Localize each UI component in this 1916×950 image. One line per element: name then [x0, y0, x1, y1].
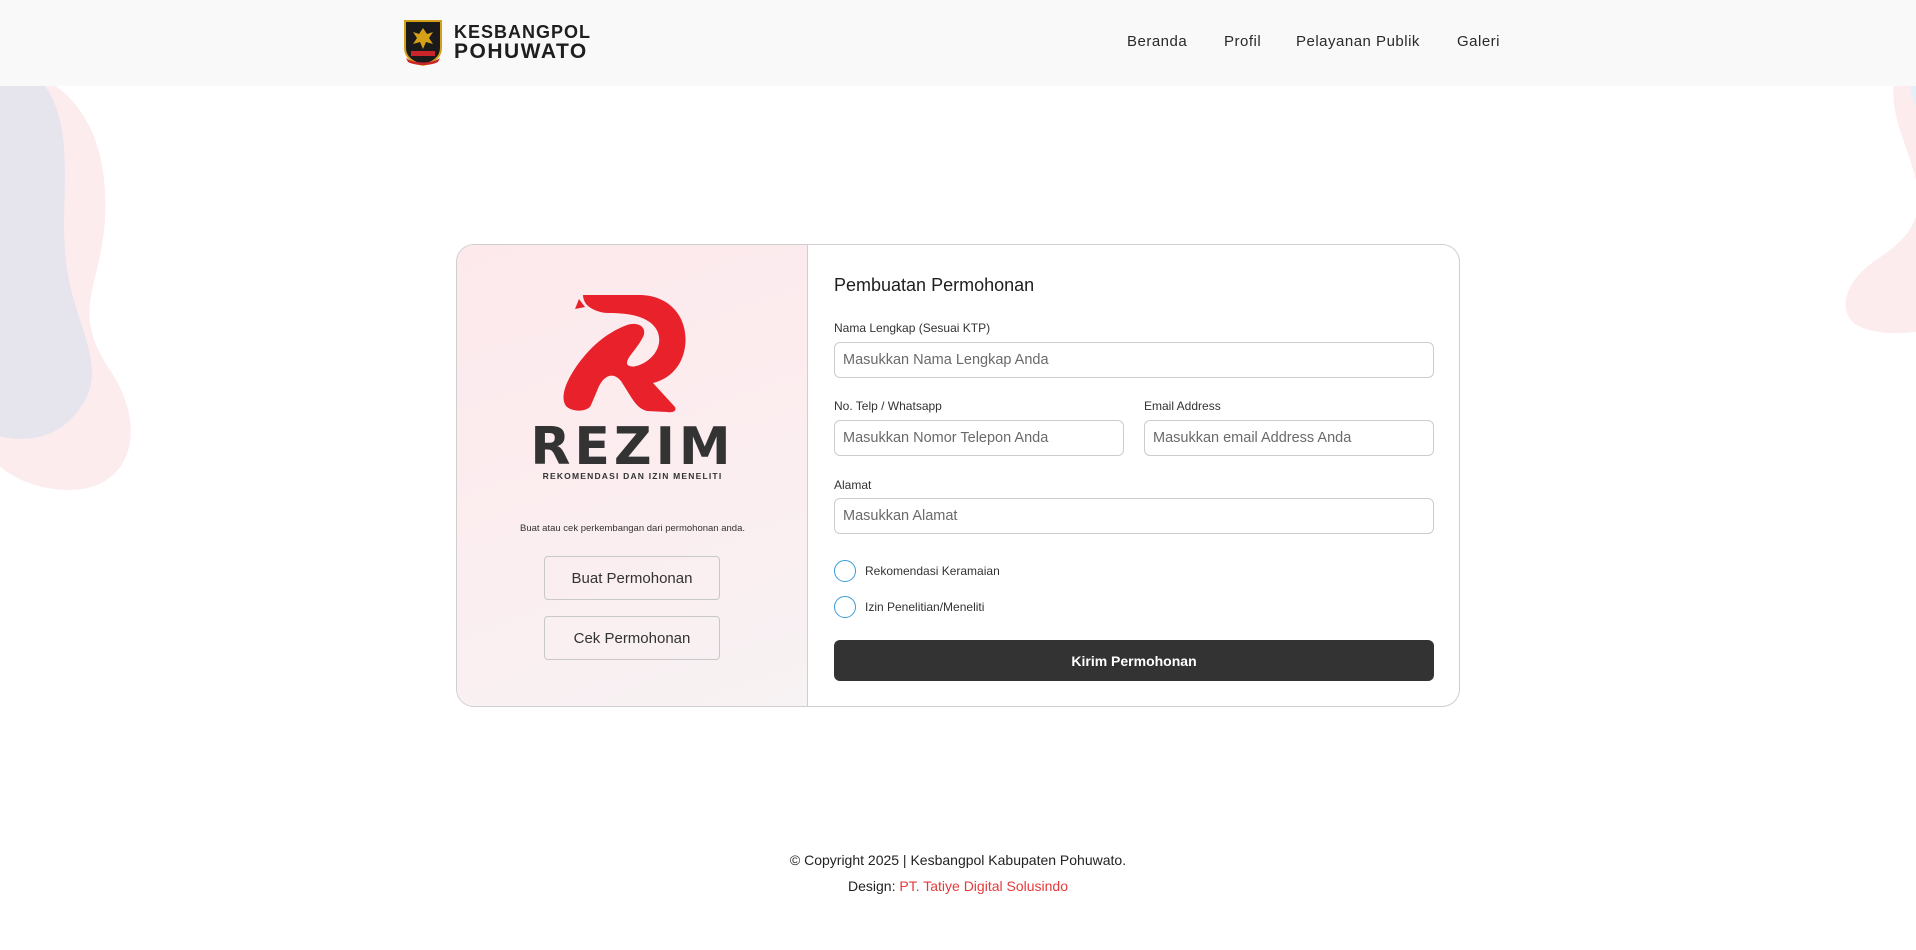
- address-label: Alamat: [834, 478, 872, 492]
- create-request-button[interactable]: Buat Permohonan: [544, 556, 720, 600]
- check-request-button[interactable]: Cek Permohonan: [544, 616, 720, 660]
- main-nav: Beranda Profil Pelayanan Publik Galeri: [0, 33, 1916, 53]
- request-form: Pembuatan Permohonan Nama Lengkap (Sesua…: [809, 245, 1459, 706]
- email-input[interactable]: [1144, 420, 1434, 456]
- rezim-logo-word: REZIM: [530, 417, 735, 477]
- phone-input[interactable]: [834, 420, 1124, 456]
- radio-button[interactable]: [834, 596, 856, 618]
- email-label: Email Address: [1144, 399, 1221, 413]
- submit-request-button[interactable]: Kirim Permohonan: [834, 640, 1434, 681]
- application-card: REZIM REKOMENDASI DAN IZIN MENELITI Buat…: [456, 244, 1460, 707]
- option-izin-penelitian[interactable]: Izin Penelitian/Meneliti: [834, 596, 984, 618]
- nav-item-profil[interactable]: Profil: [1224, 33, 1261, 50]
- footer-copyright: © Copyright 2025 | Kesbangpol Kabupaten …: [789, 852, 1127, 868]
- full-name-input[interactable]: [834, 342, 1434, 378]
- rezim-panel: REZIM REKOMENDASI DAN IZIN MENELITI Buat…: [457, 245, 808, 706]
- address-input[interactable]: [834, 498, 1434, 534]
- footer-design-company-link[interactable]: PT. Tatiye Digital Solusindo: [899, 878, 1068, 894]
- radio-label: Rekomendasi Keramaian: [865, 564, 1000, 578]
- radio-label: Izin Penelitian/Meneliti: [865, 600, 985, 614]
- footer-design-prefix: Design:: [848, 878, 900, 894]
- left-panel-caption: Buat atau cek perkembangan dari permohon…: [520, 523, 745, 534]
- rezim-logo-icon: [563, 295, 686, 413]
- form-title: Pembuatan Permohonan: [834, 275, 1035, 295]
- decorative-blob-left: [0, 70, 131, 490]
- nav-item-pelayanan-publik[interactable]: Pelayanan Publik: [1296, 33, 1420, 50]
- radio-button[interactable]: [834, 560, 856, 582]
- decorative-blob-right: [1845, 70, 1916, 334]
- nav-item-galeri[interactable]: Galeri: [1457, 33, 1500, 50]
- option-rekomendasi-keramaian[interactable]: Rekomendasi Keramaian: [834, 560, 1000, 582]
- footer-design-credit: Design: PT. Tatiye Digital Solusindo: [0, 878, 1916, 894]
- name-label: Nama Lengkap (Sesuai KTP): [834, 321, 991, 335]
- phone-label: No. Telp / Whatsapp: [834, 399, 942, 413]
- site-header: KESBANGPOL POHUWATO Beranda Profil Pelay…: [0, 0, 1916, 86]
- nav-item-beranda[interactable]: Beranda: [1127, 33, 1187, 50]
- rezim-logo-tagline: REKOMENDASI DAN IZIN MENELITI: [542, 471, 723, 481]
